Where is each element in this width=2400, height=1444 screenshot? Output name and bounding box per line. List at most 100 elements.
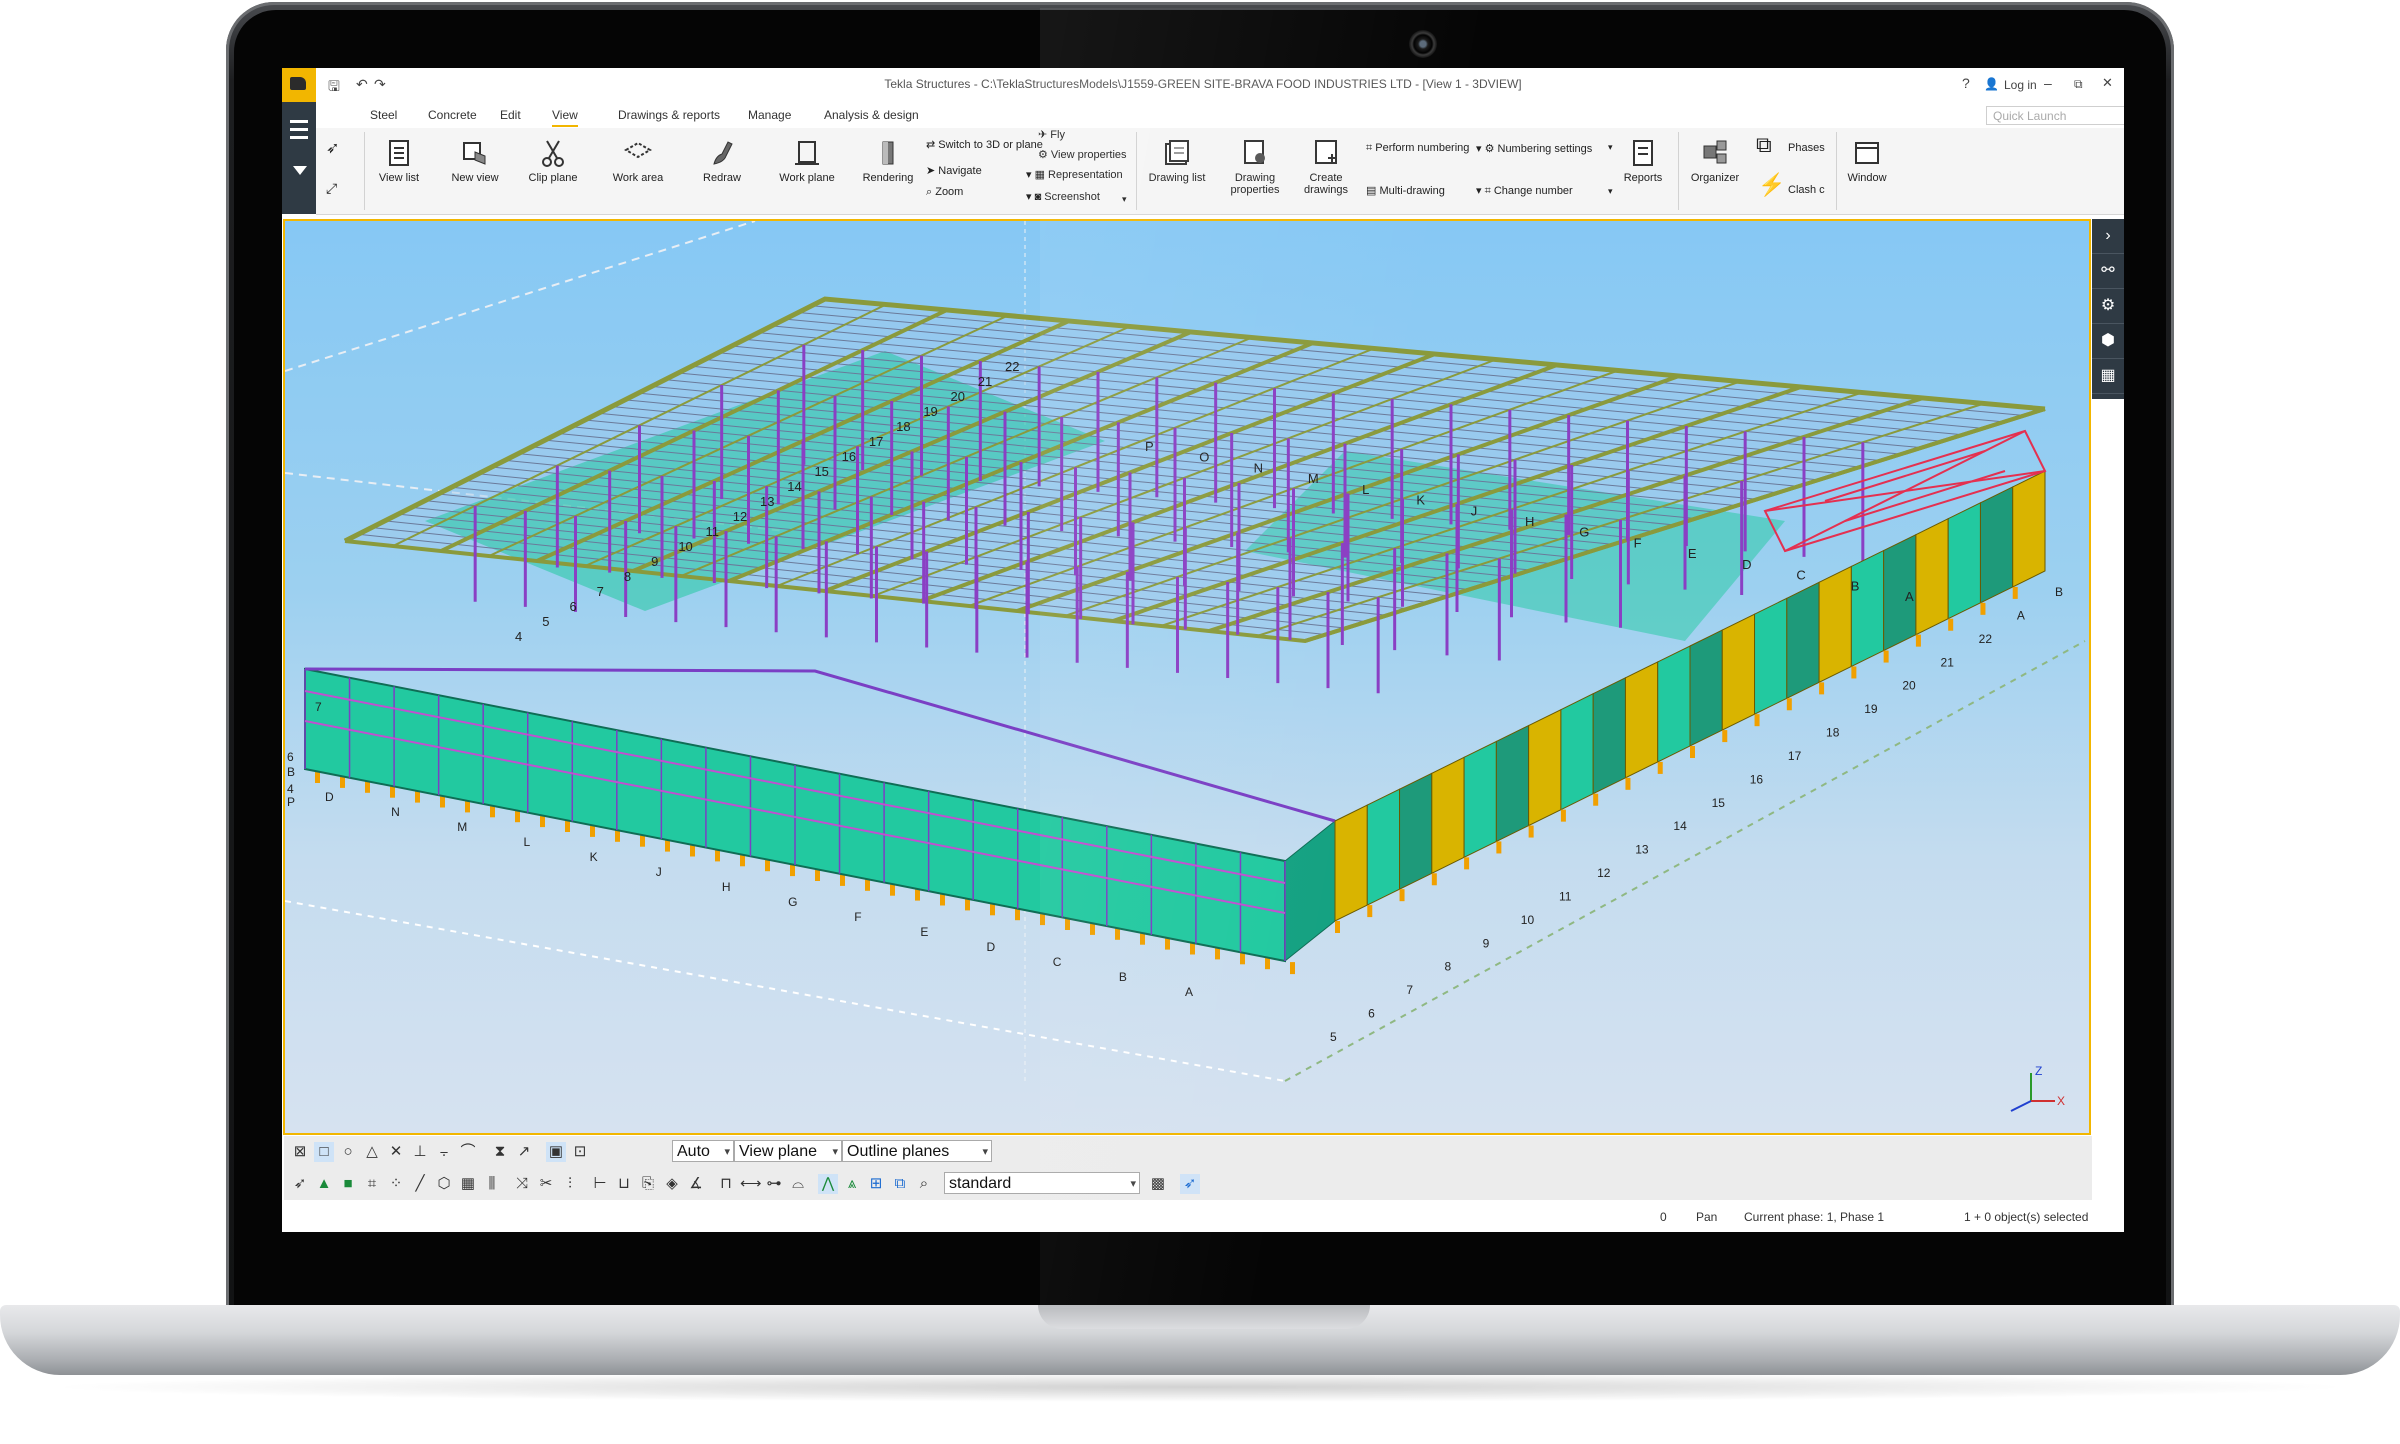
select-chain-icon[interactable]: ⊶ (764, 1174, 784, 1194)
clash-check-icon[interactable]: ⚡ (1758, 172, 1785, 198)
organizer-button[interactable]: Organizer (1682, 138, 1748, 184)
snap-all-icon[interactable]: ⊠ (290, 1142, 310, 1162)
perform-numbering-button[interactable]: ⌗ Perform numbering (1366, 142, 1469, 155)
drawing-properties-button[interactable]: Drawing properties (1222, 138, 1288, 196)
view-properties-button[interactable]: ⚙ View properties (1038, 148, 1127, 161)
chevron-right-icon[interactable]: › (2092, 219, 2124, 254)
tab-steel[interactable]: Steel (370, 108, 397, 122)
clash-check-label[interactable]: Clash c (1788, 184, 1825, 196)
select-assembly-icon[interactable]: ▲ (314, 1174, 334, 1194)
select-group-icon[interactable]: ⊞ (866, 1174, 886, 1194)
snap-triangle-icon[interactable]: △ (362, 1142, 382, 1162)
drawing-list-button[interactable]: Drawing list (1142, 138, 1212, 184)
snap-rectangle-icon[interactable]: □ (314, 1142, 334, 1162)
minimize-button[interactable]: – (2044, 75, 2052, 91)
select-beam-icon[interactable]: ⊢ (590, 1174, 610, 1194)
select-grid-icon[interactable]: ⌗ (362, 1174, 382, 1194)
dropdown-arrow-icon[interactable]: ▾ (1608, 142, 1613, 153)
zoom-button[interactable]: ⌕ Zoom (926, 186, 963, 199)
select-link-icon[interactable]: ⟷ (740, 1174, 762, 1194)
quick-launch-input[interactable]: Quick Launch ⌕ (1986, 106, 2124, 125)
select-angle-icon[interactable]: ∡ (686, 1174, 706, 1194)
tab-analysis-design[interactable]: Analysis & design (824, 108, 919, 122)
clip-plane-button[interactable]: Clip plane (522, 138, 584, 184)
select-part-icon[interactable]: ■ (338, 1174, 358, 1194)
snap-midpoint-icon[interactable]: ⨪ (434, 1142, 454, 1162)
work-area-button[interactable]: Work area (606, 138, 670, 184)
tab-view[interactable]: View (552, 108, 578, 127)
phases-label[interactable]: Phases (1788, 142, 1825, 154)
3d-model-view[interactable]: 22 21 20 19 18 17 16 15 14 13 12 11 10 9 8 7 6 5 4 P O N M L K J H… (283, 219, 2091, 1135)
representation-button[interactable]: ▾ ▦ Representation (1026, 168, 1123, 181)
select-weld-icon[interactable]: ⤨ (512, 1174, 532, 1194)
close-button[interactable]: ✕ (2102, 75, 2113, 91)
login-link[interactable]: Log in (2004, 78, 2037, 92)
select-cursor-icon[interactable]: ➶ (1180, 1174, 1200, 1194)
snap-plane-icon[interactable]: ▣ (546, 1142, 566, 1162)
screenshot-button[interactable]: ▾ ◙ Screenshot (1026, 190, 1100, 203)
select-points-icon[interactable]: ⁘ (386, 1174, 406, 1194)
selection-filter-select[interactable]: standard ▾ (944, 1172, 1140, 1194)
change-number-button[interactable]: ▾ ⌗ Change number (1476, 184, 1573, 198)
window-button[interactable]: Window (1840, 138, 1894, 184)
snap-arrow-icon[interactable]: ↗ (514, 1142, 534, 1162)
snap-icon[interactable]: ⤢ (326, 180, 337, 197)
new-view-button[interactable]: New view (444, 138, 506, 184)
tab-drawings-reports[interactable]: Drawings & reports (618, 108, 720, 122)
select-cube-icon[interactable]: ⬡ (434, 1174, 454, 1194)
select-arc-icon[interactable]: ⌓ (788, 1174, 808, 1194)
select-layers-icon[interactable]: ◈ (662, 1174, 682, 1194)
create-drawings-button[interactable]: Create drawings (1296, 138, 1356, 196)
restore-button[interactable]: ⧉ (2074, 77, 2083, 92)
cube-icon[interactable]: ⬢ (2092, 324, 2124, 359)
select-line-icon[interactable]: ╱ (410, 1174, 430, 1194)
snap-geometry-icon[interactable]: ⊡ (570, 1142, 590, 1162)
zoom-select-icon[interactable]: ⌕ (914, 1174, 934, 1194)
auto-select[interactable]: Auto ▾ (672, 1140, 734, 1162)
snap-hourglass-icon[interactable]: ⧗ (490, 1142, 510, 1162)
fly-button[interactable]: ✈ Fly (1038, 128, 1065, 141)
navigate-button[interactable]: ➤ Navigate (926, 164, 982, 177)
tab-concrete[interactable]: Concrete (428, 108, 477, 122)
select-rebar-icon[interactable]: ⫼ (482, 1174, 502, 1194)
numbering-settings-button[interactable]: ▾ ⚙ Numbering settings (1476, 142, 1592, 155)
help-icon[interactable]: ? (1962, 75, 1970, 91)
select-objects-icon[interactable]: ⧉ (890, 1174, 910, 1194)
select-u-icon[interactable]: ⊔ (614, 1174, 634, 1194)
redraw-button[interactable]: Redraw (694, 138, 750, 184)
outline-planes-select[interactable]: Outline planes ▾ (842, 1140, 992, 1162)
select-plate-icon[interactable]: ⎘ (638, 1174, 658, 1194)
tab-edit[interactable]: Edit (500, 108, 521, 122)
gear-icon[interactable]: ⚙ (2092, 289, 2124, 324)
select-frame-icon[interactable]: ⊓ (716, 1174, 736, 1194)
reports-button[interactable]: Reports (1616, 138, 1670, 184)
status-phase[interactable]: Current phase: 1, Phase 1 (1744, 1210, 1884, 1224)
grid-icon[interactable]: ▦ (2092, 359, 2124, 394)
select-cut-icon[interactable]: ✂ (536, 1174, 556, 1194)
view-list-button[interactable]: View list (374, 138, 424, 184)
user-icon[interactable]: 👤 (1984, 77, 1999, 91)
link-icon[interactable]: ⚯ (2092, 254, 2124, 289)
snap-perpendicular-icon[interactable]: ⊥ (410, 1142, 430, 1162)
menu-icon[interactable] (290, 120, 308, 144)
snap-curve-icon[interactable]: ⌒ (458, 1142, 478, 1162)
select-arrow-icon[interactable]: ➶ (326, 138, 339, 158)
work-plane-button[interactable]: Work plane (774, 138, 840, 184)
phases-icon[interactable]: ⧉ (1756, 132, 1772, 158)
chevron-down-icon[interactable] (293, 166, 307, 175)
switch-3d-button[interactable]: ⇄ Switch to 3D or plane (926, 138, 1043, 151)
view-plane-select[interactable]: View plane ▾ (734, 1140, 842, 1162)
select-bolt-icon[interactable]: ⫶ (560, 1174, 580, 1194)
filter-settings-icon[interactable]: ▩ (1148, 1174, 1168, 1194)
select-filter-alt-icon[interactable]: ⩓ (842, 1174, 862, 1194)
dropdown-arrow-icon[interactable]: ▾ (1608, 186, 1613, 197)
select-icon[interactable]: ➶ (290, 1174, 310, 1194)
snap-circle-icon[interactable]: ○ (338, 1142, 358, 1162)
snap-cross-icon[interactable]: ✕ (386, 1142, 406, 1162)
ribbon-expand-icon[interactable]: ▾ (1122, 194, 1127, 205)
tab-manage[interactable]: Manage (748, 108, 791, 122)
structure-model[interactable]: 22212019181716151413121110987654PONMLKJH… (285, 221, 2089, 1133)
select-mesh-icon[interactable]: ▦ (458, 1174, 478, 1194)
multi-drawing-button[interactable]: ▤ Multi-drawing (1366, 184, 1445, 197)
select-filter-icon[interactable]: ⋀ (818, 1174, 838, 1194)
